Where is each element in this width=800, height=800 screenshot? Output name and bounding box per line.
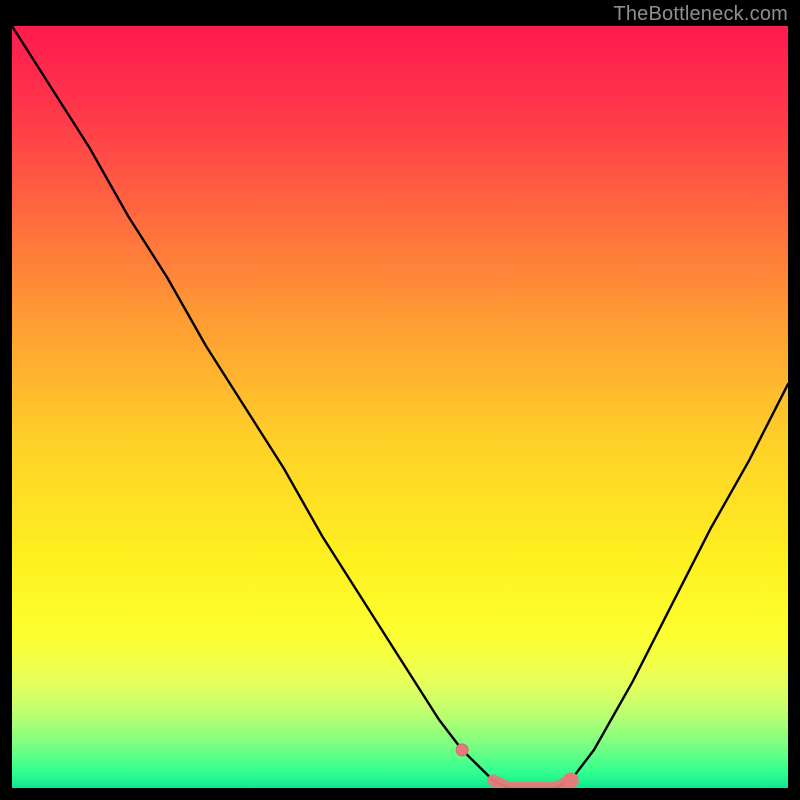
optimal-marker-dot <box>456 744 468 756</box>
watermark-text: TheBottleneck.com <box>613 3 788 26</box>
curve-layer <box>12 26 788 788</box>
curve-optimal-range-markers-stroke <box>493 780 571 788</box>
curve-bottleneck-curve <box>12 26 788 788</box>
plot-area <box>12 26 788 788</box>
chart-frame: TheBottleneck.com <box>0 0 800 800</box>
optimal-marker-endcap <box>563 772 579 788</box>
